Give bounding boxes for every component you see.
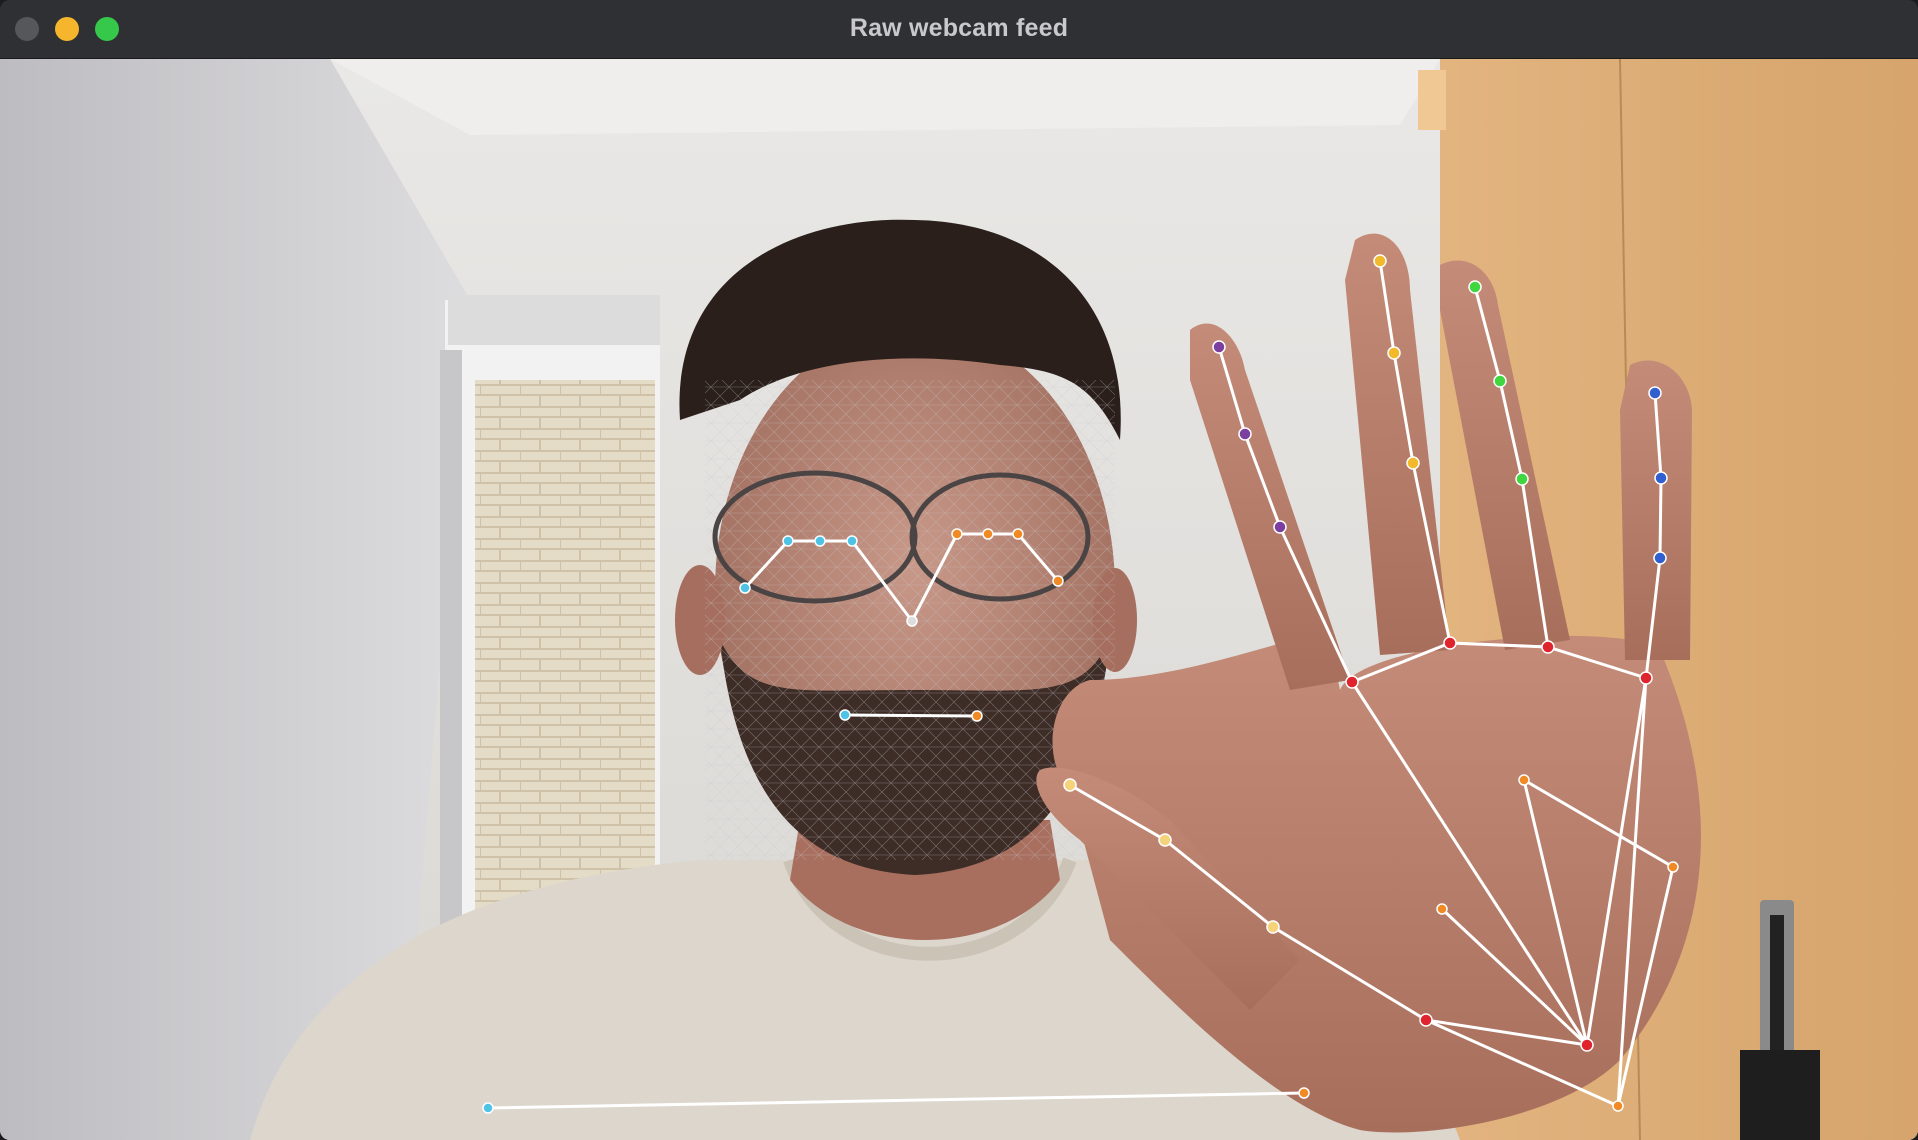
ring-tip [1468,280,1482,294]
webcam-frame [0,59,1918,1140]
window-brick [475,380,655,920]
wardrobe-edge [1418,70,1446,130]
pinky-tip [1648,386,1662,400]
wrist [1612,1100,1624,1112]
title-bar[interactable]: Raw webcam feed [0,0,1918,59]
ceiling [330,59,1440,135]
window-rail [440,350,462,940]
watch-strap [1740,1050,1820,1140]
webcam-feed [0,59,1918,1140]
index-tip [1212,340,1226,354]
thumb-tip [1063,778,1077,792]
app-window: Raw webcam feed [0,0,1918,1140]
middle-tip [1373,254,1387,268]
window-blind [448,295,660,345]
window-title: Raw webcam feed [849,14,1069,42]
